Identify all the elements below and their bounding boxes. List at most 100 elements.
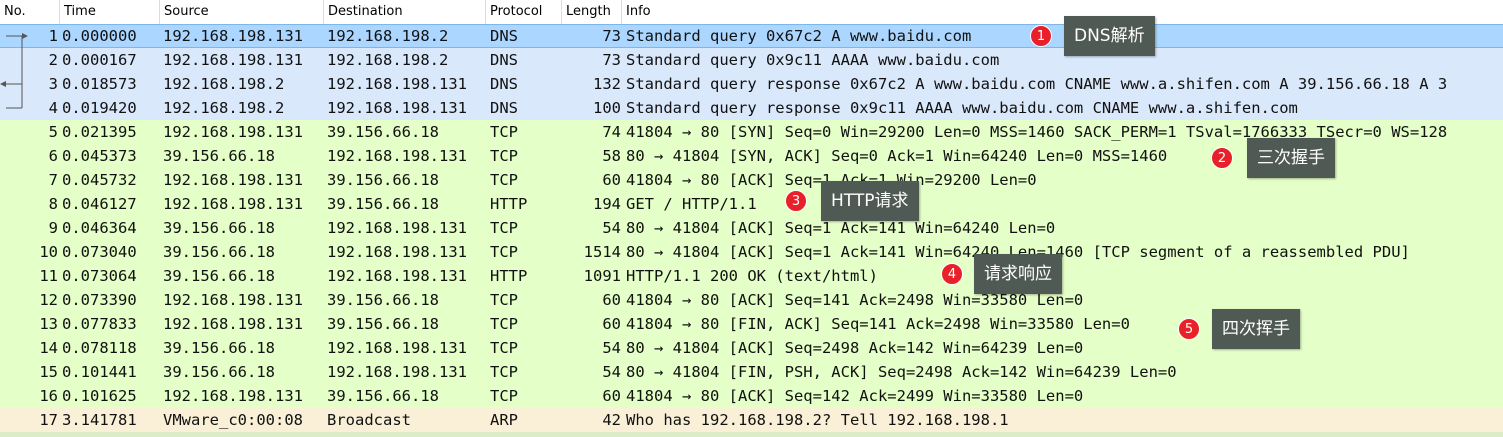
- packet-no: 16: [39, 387, 58, 405]
- packet-source: 192.168.198.131: [163, 171, 303, 189]
- packet-info: Standard query response 0x9c11 AAAA www.…: [626, 99, 1298, 117]
- packet-length: 74: [602, 123, 621, 141]
- packet-protocol: TCP: [490, 219, 518, 237]
- packet-info: HTTP/1.1 200 OK (text/html): [626, 267, 878, 285]
- packet-protocol: TCP: [490, 339, 518, 357]
- annotation-label: DNS解析: [1064, 16, 1155, 56]
- packet-destination: 39.156.66.18: [327, 387, 439, 405]
- annotation-label: 三次握手: [1247, 138, 1335, 178]
- column-header-protocol[interactable]: Protocol: [486, 0, 562, 24]
- packet-protocol: TCP: [490, 243, 518, 261]
- packet-source: 192.168.198.131: [163, 291, 303, 309]
- packet-time: 0.045373: [62, 147, 137, 165]
- packet-source: 192.168.198.131: [163, 387, 303, 405]
- packet-row[interactable]: 11 0.073064 39.156.66.18 192.168.198.131 HTT…: [0, 264, 1503, 288]
- column-header-time[interactable]: Time: [60, 0, 160, 24]
- packet-length: 100: [593, 99, 621, 117]
- packet-destination: 192.168.198.131: [327, 339, 467, 357]
- packet-protocol: TCP: [490, 387, 518, 405]
- packet-info: 80 → 41804 [FIN, PSH, ACK] Seq=2498 Ack=…: [626, 363, 1177, 381]
- packet-source: 192.168.198.2: [163, 99, 285, 117]
- annotation-number: 3: [785, 190, 807, 212]
- packet-destination: 192.168.198.131: [327, 363, 467, 381]
- packet-destination: 192.168.198.131: [327, 147, 467, 165]
- annotation-number: 4: [941, 263, 963, 285]
- packet-destination: Broadcast: [327, 411, 411, 429]
- packet-list[interactable]: No. Time Source Destination Protocol Len…: [0, 0, 1503, 437]
- packet-row[interactable]: 17 3.141781 VMware_c0:00:08 Broadcast ARP 42 W…: [0, 408, 1503, 432]
- column-header-row: No. Time Source Destination Protocol Len…: [0, 0, 1503, 25]
- annotation-label: 四次挥手: [1212, 309, 1300, 349]
- packet-protocol: HTTP: [490, 195, 528, 213]
- packet-info: 80 → 41804 [SYN, ACK] Seq=0 Ack=1 Win=64…: [626, 147, 1168, 165]
- packet-no: 6: [48, 147, 58, 165]
- packet-row[interactable]: 2 0.000167 192.168.198.131 192.168.198.2 DNS…: [0, 48, 1503, 72]
- packet-row[interactable]: 16 0.101625 192.168.198.131 39.156.66.18 TCP…: [0, 384, 1503, 408]
- packet-time: 0.021395: [62, 123, 137, 141]
- packet-time: 0.019420: [62, 99, 137, 117]
- packet-protocol: DNS: [490, 27, 518, 45]
- packet-time: 0.073064: [62, 267, 137, 285]
- packet-source: 39.156.66.18: [163, 363, 275, 381]
- packet-info: 80 → 41804 [ACK] Seq=2498 Ack=142 Win=64…: [626, 339, 1084, 357]
- packet-source: 192.168.198.131: [163, 315, 303, 333]
- packet-time: 0.101625: [62, 387, 137, 405]
- column-header-length[interactable]: Length: [562, 0, 622, 24]
- packet-time: 0.073040: [62, 243, 137, 261]
- packet-time: 0.078118: [62, 339, 137, 357]
- packet-time: 0.077833: [62, 315, 137, 333]
- packet-source: 39.156.66.18: [163, 219, 275, 237]
- packet-time: 0.018573: [62, 75, 137, 93]
- packet-length: 60: [602, 171, 621, 189]
- packet-length: 1091: [583, 267, 621, 285]
- packet-protocol: TCP: [490, 147, 518, 165]
- packet-length: 58: [602, 147, 621, 165]
- packet-source: 39.156.66.18: [163, 339, 275, 357]
- packet-length: 54: [602, 339, 621, 357]
- packet-protocol: TCP: [490, 291, 518, 309]
- packet-length: 73: [602, 27, 621, 45]
- packet-row[interactable]: 15 0.101441 39.156.66.18 192.168.198.131 TCP…: [0, 360, 1503, 384]
- packet-info: 41804 → 80 [SYN] Seq=0 Win=29200 Len=0 M…: [626, 123, 1448, 141]
- packet-row[interactable]: 8 0.046127 192.168.198.131 39.156.66.18 HTTP…: [0, 192, 1503, 216]
- packet-no: 10: [39, 243, 58, 261]
- packet-source: VMware_c0:00:08: [163, 411, 303, 429]
- packet-time: 0.101441: [62, 363, 137, 381]
- column-header-source[interactable]: Source: [160, 0, 324, 24]
- packet-time: 3.141781: [62, 411, 137, 429]
- packet-protocol: DNS: [490, 99, 518, 117]
- packet-row[interactable]: 4 0.019420 192.168.198.2 192.168.198.131 DNS…: [0, 96, 1503, 120]
- packet-no: 14: [39, 339, 58, 357]
- packet-protocol: TCP: [490, 363, 518, 381]
- packet-length: 60: [602, 387, 621, 405]
- annotation-response: 4 请求响应: [941, 254, 1062, 294]
- packet-row[interactable]: 9 0.046364 39.156.66.18 192.168.198.131 TCP 5…: [0, 216, 1503, 240]
- packet-length: 60: [602, 291, 621, 309]
- packet-destination: 192.168.198.2: [327, 51, 449, 69]
- packet-no: 15: [39, 363, 58, 381]
- packet-length: 42: [602, 411, 621, 429]
- packet-length: 1514: [583, 243, 621, 261]
- packet-no: 8: [48, 195, 58, 213]
- packet-row[interactable]: 1 0.000000 192.168.198.131 192.168.198.2 DNS…: [0, 24, 1503, 48]
- packet-protocol: ARP: [490, 411, 518, 429]
- packet-time: 0.000000: [62, 27, 137, 45]
- packet-no: 7: [48, 171, 58, 189]
- packet-row[interactable]: 10 0.073040 39.156.66.18 192.168.198.131 TCP…: [0, 240, 1503, 264]
- column-header-destination[interactable]: Destination: [324, 0, 486, 24]
- packet-length: 54: [602, 363, 621, 381]
- annotation-label: HTTP请求: [821, 181, 919, 221]
- packet-row[interactable]: 3 0.018573 192.168.198.2 192.168.198.131 DNS…: [0, 72, 1503, 96]
- packet-source: 192.168.198.131: [163, 195, 303, 213]
- packet-destination: 192.168.198.2: [327, 27, 449, 45]
- packet-time: 0.046127: [62, 195, 137, 213]
- packet-source: 192.168.198.2: [163, 75, 285, 93]
- packet-length: 73: [602, 51, 621, 69]
- packet-destination: 39.156.66.18: [327, 123, 439, 141]
- packet-destination: 192.168.198.131: [327, 99, 467, 117]
- packet-destination: 192.168.198.131: [327, 219, 467, 237]
- packet-time: 0.000167: [62, 51, 137, 69]
- column-header-no[interactable]: No.: [0, 0, 60, 24]
- packet-length: 194: [593, 195, 621, 213]
- conversation-bracket-icon: [0, 33, 28, 109]
